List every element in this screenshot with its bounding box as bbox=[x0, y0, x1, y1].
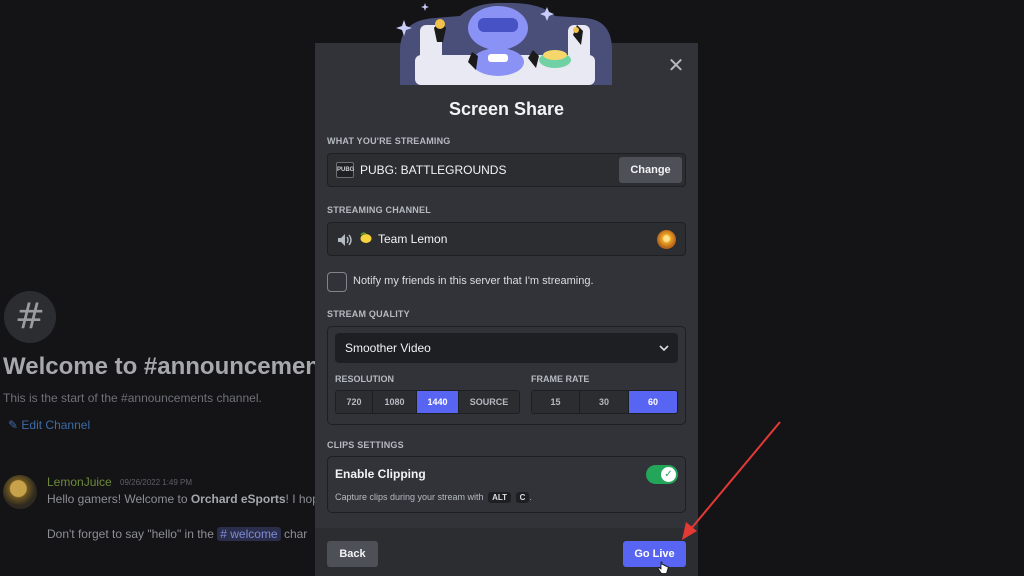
checkmark-icon: ✓ bbox=[661, 467, 676, 482]
frame-rate-selector: 15 30 60 bbox=[531, 390, 678, 414]
server-avatar-icon bbox=[657, 230, 676, 249]
channel-hash-icon: # bbox=[4, 291, 56, 343]
message-text: Hello gamers! Welcome to bbox=[47, 492, 191, 506]
channel-mention[interactable]: # welcome bbox=[217, 527, 281, 541]
edit-channel-label: Edit Channel bbox=[21, 418, 91, 432]
streaming-channel-field: Team Lemon bbox=[327, 222, 686, 256]
message-bold-text: Orchard eSports bbox=[190, 492, 286, 506]
go-live-button[interactable]: Go Live bbox=[623, 541, 686, 567]
back-button[interactable]: Back bbox=[327, 541, 378, 567]
frame-rate-label: FRAME RATE bbox=[531, 374, 590, 384]
frame-rate-option-15[interactable]: 15 bbox=[532, 391, 580, 413]
message-author-avatar[interactable] bbox=[3, 475, 37, 509]
channel-name: Team Lemon bbox=[378, 232, 448, 246]
streaming-section-label: WHAT YOU'RE STREAMING bbox=[327, 136, 451, 146]
message-text: ! I hop bbox=[285, 492, 319, 506]
message-line-2: Don't forget to say "hello" in the # wel… bbox=[47, 527, 307, 541]
notify-friends-label[interactable]: Notify my friends in this server that I'… bbox=[353, 275, 594, 287]
quality-preset-value: Smoother Video bbox=[345, 341, 431, 355]
message-text: char bbox=[280, 527, 308, 541]
clipping-description: Capture clips during your stream with AL… bbox=[335, 492, 532, 503]
alt-key: ALT bbox=[488, 492, 512, 503]
quality-preset-select[interactable]: Smoother Video bbox=[335, 333, 678, 363]
screen-share-modal: ✕ Screen Share WHAT YOU'RE STREAMING PUB… bbox=[315, 2, 698, 576]
message-timestamp: 09/26/2022 1:49 PM bbox=[120, 478, 193, 487]
enable-clipping-label: Enable Clipping bbox=[335, 467, 426, 481]
speaker-icon bbox=[338, 234, 352, 246]
modal-title: Screen Share bbox=[448, 99, 565, 119]
lemon-icon bbox=[360, 232, 372, 243]
resolution-option-source[interactable]: SOURCE bbox=[459, 391, 519, 413]
game-icon: PUBG bbox=[336, 162, 354, 178]
message-author-name[interactable]: LemonJuice bbox=[47, 475, 112, 489]
message-text: Don't forget to say "hello" in the bbox=[47, 527, 218, 541]
frame-rate-option-30[interactable]: 30 bbox=[580, 391, 629, 413]
channel-section-label: STREAMING CHANNEL bbox=[327, 205, 431, 215]
resolution-label: RESOLUTION bbox=[335, 374, 395, 384]
close-button[interactable]: ✕ bbox=[665, 55, 687, 77]
edit-channel-link[interactable]: ✎ Edit Channel bbox=[8, 418, 90, 432]
streaming-source-field: PUBG PUBG: BATTLEGROUNDS Change bbox=[327, 153, 686, 187]
screen-share-illustration bbox=[396, 2, 612, 85]
notify-friends-checkbox[interactable] bbox=[327, 272, 347, 292]
chevron-down-icon bbox=[659, 345, 669, 352]
clips-settings-label: CLIPS SETTINGS bbox=[327, 440, 404, 450]
frame-rate-option-60[interactable]: 60 bbox=[629, 391, 677, 413]
hand-cursor-icon bbox=[657, 561, 669, 574]
game-name: PUBG: BATTLEGROUNDS bbox=[360, 163, 507, 177]
channel-start-text: This is the start of the #announcements … bbox=[3, 391, 262, 405]
resolution-option-1440[interactable]: 1440 bbox=[417, 391, 459, 413]
stream-quality-label: STREAM QUALITY bbox=[327, 309, 410, 319]
pencil-icon: ✎ bbox=[8, 418, 22, 432]
stream-quality-panel: Smoother Video RESOLUTION 720 1080 1440 … bbox=[327, 326, 686, 425]
resolution-option-1080[interactable]: 1080 bbox=[373, 391, 417, 413]
change-button[interactable]: Change bbox=[619, 157, 682, 183]
resolution-option-720[interactable]: 720 bbox=[336, 391, 373, 413]
message-line-1: Hello gamers! Welcome to Orchard eSports… bbox=[47, 492, 319, 506]
description-period: . bbox=[529, 492, 532, 502]
clipping-description-text: Capture clips during your stream with bbox=[335, 492, 484, 502]
channel-welcome-title: Welcome to #announcemen bbox=[3, 353, 320, 380]
resolution-selector: 720 1080 1440 SOURCE bbox=[335, 390, 520, 414]
clips-settings-panel: Enable Clipping ✓ Capture clips during y… bbox=[327, 456, 686, 513]
modal-footer: Back Go Live bbox=[315, 528, 698, 576]
c-key: C bbox=[515, 492, 530, 503]
enable-clipping-toggle[interactable]: ✓ bbox=[646, 465, 678, 484]
